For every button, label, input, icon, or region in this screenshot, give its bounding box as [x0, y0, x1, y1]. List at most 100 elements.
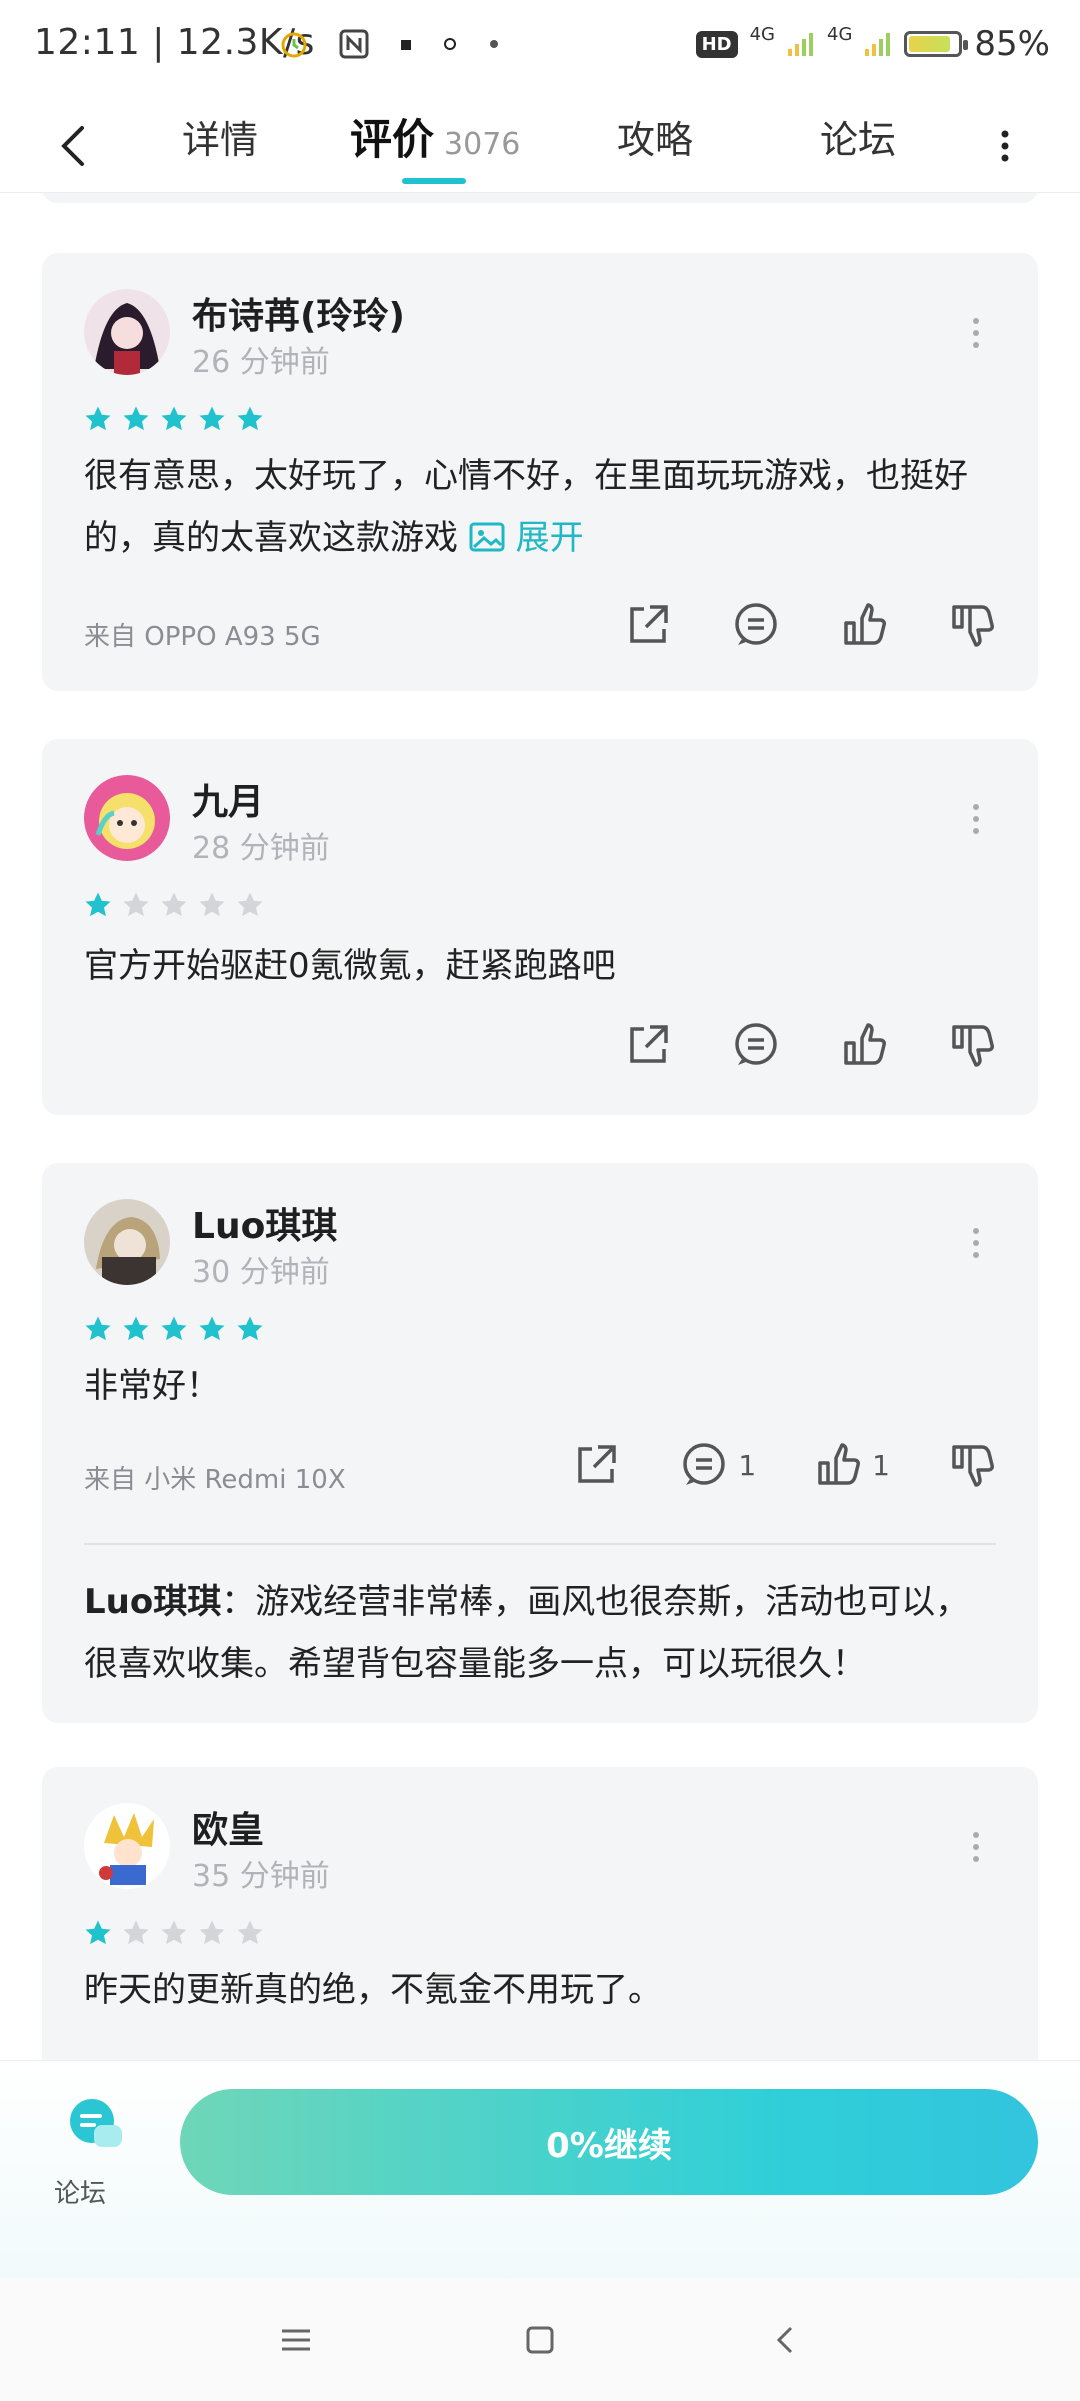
star-empty-icon: [199, 892, 225, 917]
status-time-speed: 12:11 | 12.3K/s: [34, 22, 315, 63]
review-text: 很有意思，太好玩了，心情不好，在里面玩玩游戏，也挺好的，真的太喜欢这款游戏 展开: [84, 445, 998, 569]
review-count: 3076: [444, 127, 521, 162]
back-arrow-icon[interactable]: [48, 116, 96, 176]
tab-reviews[interactable]: 评价 3076: [350, 110, 520, 170]
signal-icon-1: [788, 33, 814, 56]
review-card: 欧皇 35 分钟前 昨天的更新真的绝，不氪金不用玩了。: [42, 1767, 1038, 2060]
review-author[interactable]: Luo琪琪: [192, 1197, 337, 1249]
comment-icon: [735, 1023, 777, 1065]
menu-icon[interactable]: [278, 2322, 314, 2358]
like-button[interactable]: 1: [812, 1439, 890, 1491]
device-info: 来自 小米 Redmi 10X: [84, 1465, 346, 1495]
more-vertical-icon[interactable]: [990, 116, 1020, 176]
forum-icon: [70, 2099, 122, 2147]
star-filled-icon: [199, 406, 225, 431]
share-button[interactable]: [622, 1019, 674, 1071]
star-filled-icon: [199, 1316, 225, 1341]
avatar[interactable]: [84, 775, 170, 861]
alarm-icon: [281, 32, 307, 58]
rating-stars: [84, 1315, 264, 1343]
comment-icon: [735, 603, 777, 645]
review-more-icon[interactable]: [966, 1223, 986, 1263]
review-time: 35 分钟前: [192, 1859, 330, 1894]
review-time: 28 分钟前: [192, 831, 330, 866]
developer-reply[interactable]: Luo琪琪：游戏经营非常棒，画风也很奈斯，活动也可以，很喜欢收集。希望背包容量能…: [84, 1571, 998, 1695]
review-card-previous: [42, 193, 1038, 203]
comment-button[interactable]: [730, 599, 782, 651]
review-author[interactable]: 布诗苒(玲玲): [192, 287, 405, 339]
review-author[interactable]: 欧皇: [192, 1801, 264, 1853]
hd-badge: HD: [695, 30, 738, 58]
star-filled-icon: [85, 892, 111, 917]
share-button[interactable]: [622, 599, 674, 651]
system-back-icon[interactable]: [768, 2322, 804, 2358]
tab-forum[interactable]: 论坛: [820, 110, 896, 170]
star-empty-icon: [123, 892, 149, 917]
review-author[interactable]: 九月: [192, 773, 264, 825]
network-type-1: 4G: [749, 23, 776, 45]
battery-percent: 85%: [974, 24, 1050, 64]
review-text: 非常好！: [84, 1366, 220, 1406]
star-empty-icon: [237, 1920, 263, 1945]
avatar[interactable]: [84, 1803, 170, 1889]
star-empty-icon: [161, 892, 187, 917]
like-count: 1: [872, 1448, 890, 1482]
thumbs-down-icon: [952, 1025, 994, 1067]
tab-guides[interactable]: 攻略: [617, 110, 693, 170]
review-card: Luo琪琪 30 分钟前 非常好！ 来自 小米 Redmi 10X 1 1 Lu…: [42, 1163, 1038, 1723]
nfc-icon: [339, 29, 369, 59]
dislike-button[interactable]: [946, 1019, 998, 1071]
review-text: 昨天的更新真的绝，不氪金不用玩了。: [84, 1970, 662, 2010]
reviews-list[interactable]: 布诗苒(玲玲) 26 分钟前 很有意思，太好玩了，心情不好，在里面玩玩游戏，也挺…: [0, 193, 1080, 2060]
app-notif-icon-2: [444, 38, 456, 50]
comment-icon: [683, 1443, 726, 1485]
thumbs-down-icon: [952, 605, 994, 647]
network-type-2: 4G: [827, 23, 853, 45]
star-empty-icon: [237, 892, 263, 917]
battery-icon: [904, 31, 969, 57]
star-filled-icon: [85, 1920, 111, 1945]
star-filled-icon: [237, 1316, 263, 1341]
dislike-button[interactable]: [946, 599, 998, 651]
status-notification-icons: [278, 28, 502, 60]
comment-button[interactable]: [730, 1019, 782, 1071]
rating-stars: [84, 405, 264, 433]
forum-label[interactable]: 论坛: [54, 2173, 106, 2210]
share-icon: [630, 605, 668, 643]
dislike-button[interactable]: [946, 1439, 998, 1491]
review-actions: [566, 599, 998, 651]
rating-stars: [84, 1919, 264, 1947]
star-filled-icon: [123, 1316, 149, 1341]
share-button[interactable]: [570, 1439, 622, 1491]
review-more-icon[interactable]: [966, 313, 986, 353]
share-icon: [630, 1025, 668, 1063]
review-time: 26 分钟前: [192, 345, 330, 380]
avatar[interactable]: [84, 289, 170, 375]
star-filled-icon: [85, 1316, 111, 1341]
star-empty-icon: [199, 1920, 225, 1945]
like-button[interactable]: [838, 1019, 890, 1071]
thumbs-up-icon: [818, 1443, 861, 1485]
battery-level-fill: [909, 36, 951, 52]
review-more-icon[interactable]: [966, 1827, 986, 1867]
tab-details[interactable]: 详情: [182, 110, 258, 170]
star-filled-icon: [161, 406, 187, 431]
signal-icon-2: [865, 33, 891, 56]
star-filled-icon: [237, 406, 263, 431]
bottom-action-bar: 论坛 0%继续: [0, 2060, 1080, 2279]
comment-button[interactable]: 1: [678, 1439, 756, 1491]
like-button[interactable]: [838, 599, 890, 651]
star-empty-icon: [123, 1920, 149, 1945]
expand-link[interactable]: 展开: [516, 518, 584, 558]
review-actions: 1 1: [514, 1439, 998, 1491]
star-filled-icon: [85, 406, 111, 431]
app-notif-icon-1: [401, 40, 411, 50]
forum-button[interactable]: [62, 2091, 128, 2161]
review-text: 官方开始驱赶0氪微氪，赶紧跑路吧: [84, 946, 616, 986]
review-more-icon[interactable]: [966, 799, 986, 839]
home-icon[interactable]: [522, 2322, 558, 2358]
continue-button[interactable]: 0%继续: [180, 2089, 1038, 2195]
image-icon: [469, 522, 505, 552]
avatar[interactable]: [84, 1199, 170, 1285]
thumbs-up-icon: [844, 1023, 886, 1065]
